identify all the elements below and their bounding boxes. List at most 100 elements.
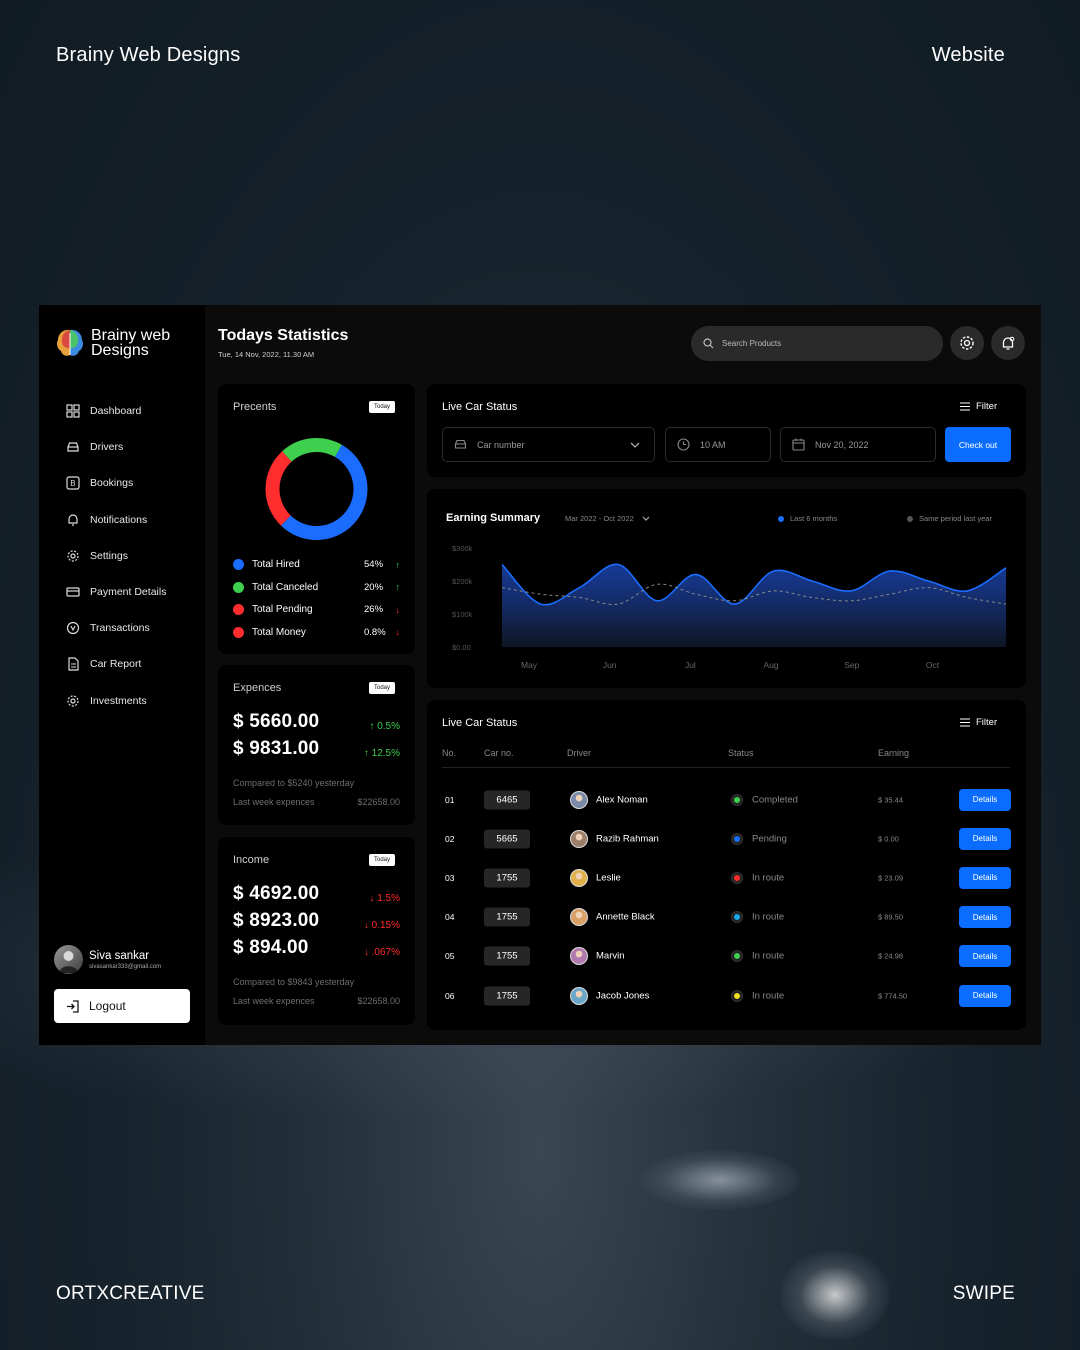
today-badge[interactable]: Today — [369, 401, 396, 413]
x-tick-label: Sep — [844, 660, 859, 670]
brand[interactable]: Brainy web Designs — [55, 327, 191, 359]
sidebar-item-car-report[interactable]: Car Report — [39, 646, 205, 682]
sidebar-item-bookings[interactable]: B Bookings — [39, 465, 205, 501]
legend-previous: Same period last year — [907, 514, 992, 523]
status-dot — [732, 951, 742, 962]
details-button[interactable]: Details — [959, 906, 1011, 929]
sidebar-item-payment-details[interactable]: Payment Details — [39, 574, 205, 610]
logout-icon — [67, 999, 79, 1013]
date-range-value: Mar 2022 - Oct 2022 — [565, 514, 634, 523]
details-button[interactable]: Details — [959, 788, 1011, 811]
details-button[interactable]: Details — [959, 984, 1011, 1007]
trend-arrow: ↓ — [395, 627, 401, 638]
page-date: Tue, 14 Nov, 2022, 11.30 AM — [218, 350, 315, 359]
status-text: In route — [752, 872, 785, 884]
booking-icon: B — [66, 476, 80, 491]
driver-avatar — [570, 986, 588, 1005]
search-bar[interactable] — [691, 326, 943, 361]
y-tick-label: $0.00 — [452, 643, 471, 652]
legend-percent: 0.8% — [364, 626, 386, 638]
driver-avatar — [570, 790, 588, 809]
row-number: 02 — [445, 833, 455, 844]
status-dot — [732, 912, 742, 923]
overlay-bottom-right: SWIPE — [952, 1283, 1015, 1304]
status-text: Pending — [752, 833, 787, 845]
table-row: 06 1755 Jacob Jones In route $ 774.50 Details — [442, 976, 1011, 1015]
trend-arrow: ↑ — [395, 559, 401, 570]
sidebar-item-dashboard[interactable]: Dashboard — [39, 393, 205, 429]
trend-arrow: ↑ — [395, 582, 401, 593]
brand-name: Brainy web Designs — [91, 327, 171, 359]
user-profile[interactable]: Siva sankar sivasankar333@gmail.com — [54, 945, 161, 974]
card-title: Precents — [233, 401, 277, 413]
sidebar-item-drivers[interactable]: Drivers — [39, 429, 205, 465]
expences-card: Expences Today $ 5660.00 ↑ 0.5% $ 9831.0… — [218, 665, 415, 825]
legend-current: Last 6 months — [778, 514, 837, 523]
details-button[interactable]: Details — [959, 827, 1011, 850]
percent-legend-row: Total Canceled 20% ↑ — [233, 581, 401, 593]
legend-dot — [233, 559, 244, 570]
today-badge[interactable]: Today — [369, 682, 396, 694]
y-tick-label: $300k — [452, 544, 473, 553]
earning-value: $ 89.50 — [878, 912, 904, 922]
trend-arrow: ↓ — [395, 604, 401, 615]
filter-label: Filter — [976, 717, 998, 728]
driver-name: Annette Black — [596, 911, 655, 923]
car-number-select[interactable]: Car number — [442, 427, 655, 462]
sidebar-item-transactions[interactable]: Transactions — [39, 610, 205, 646]
row-number: 05 — [445, 951, 455, 962]
last-week-value: $22658.00 — [357, 996, 400, 1006]
income-change: ↓ 1.5% — [369, 893, 400, 904]
legend-label: Total Hired — [252, 559, 300, 570]
filter-icon — [960, 402, 970, 411]
sidebar-item-label: Drivers — [90, 441, 124, 454]
header-divider — [442, 767, 1010, 768]
search-icon — [703, 338, 714, 349]
details-button[interactable]: Details — [959, 866, 1011, 889]
earning-value: $ 24.98 — [878, 951, 904, 961]
sidebar-item-notifications[interactable]: Notifications — [39, 502, 205, 538]
today-badge[interactable]: Today — [369, 854, 396, 866]
income-change: ↓ 0.15% — [363, 920, 400, 931]
sidebar-item-label: Investments — [90, 694, 147, 707]
column-header: Driver — [567, 748, 591, 758]
sidebar-item-label: Payment Details — [90, 586, 167, 599]
filter-button[interactable]: Filter — [960, 717, 997, 728]
compared-text: Compared to $5240 yesterday — [233, 778, 355, 788]
income-amount: $ 4692.00 — [233, 883, 320, 904]
settings-button[interactable] — [950, 326, 984, 360]
sidebar-item-settings[interactable]: Settings — [39, 538, 205, 574]
chevron-down-icon — [630, 442, 640, 448]
car-number-chip: 1755 — [484, 986, 530, 1005]
date-picker[interactable]: Nov 20, 2022 — [780, 427, 936, 462]
logout-button[interactable]: Logout — [54, 989, 190, 1023]
live-car-status-table-card: Live Car Status Filter No. Car no. Drive… — [427, 700, 1026, 1030]
sidebar-item-label: Notifications — [90, 513, 148, 526]
x-tick-label: Oct — [926, 660, 940, 670]
legend-previous-label: Same period last year — [919, 514, 992, 523]
compared-text: Compared to $9843 yesterday — [233, 977, 355, 987]
filter-button[interactable]: Filter — [960, 401, 997, 412]
search-input[interactable] — [722, 339, 922, 348]
percent-donut-chart — [265, 438, 368, 540]
check-out-button[interactable]: Check out — [945, 427, 1011, 462]
x-tick-label: Jun — [603, 660, 617, 670]
sidebar-item-investments[interactable]: Investments — [39, 683, 205, 719]
details-button[interactable]: Details — [959, 945, 1011, 968]
expence-amount: $ 5660.00 — [233, 711, 320, 732]
status-dot — [732, 833, 742, 844]
column-header: Status — [728, 748, 754, 758]
column-header: Earning — [878, 748, 910, 758]
earning-value: $ 774.50 — [878, 991, 908, 1000]
sidebar-item-label: Dashboard — [90, 405, 142, 418]
avatar — [54, 945, 83, 974]
notifications-button[interactable] — [991, 326, 1025, 360]
time-picker[interactable]: 10 AM — [665, 427, 771, 462]
last-week-label: Last week expences — [233, 797, 315, 807]
date-range-select[interactable]: Mar 2022 - Oct 2022 — [565, 514, 650, 523]
precents-card: Precents Today Total Hired 54% ↑ Total Canc… — [218, 384, 415, 654]
earning-area-chart: $300k $200k $100k $0.00 May Jun Jul Aug Sep Oct — [452, 544, 1007, 670]
time-value: 10 AM — [700, 439, 726, 450]
table-row: 04 1755 Annette Black In route $ 89.50 Detail… — [442, 898, 1011, 937]
car-number-chip: 6465 — [484, 790, 530, 809]
